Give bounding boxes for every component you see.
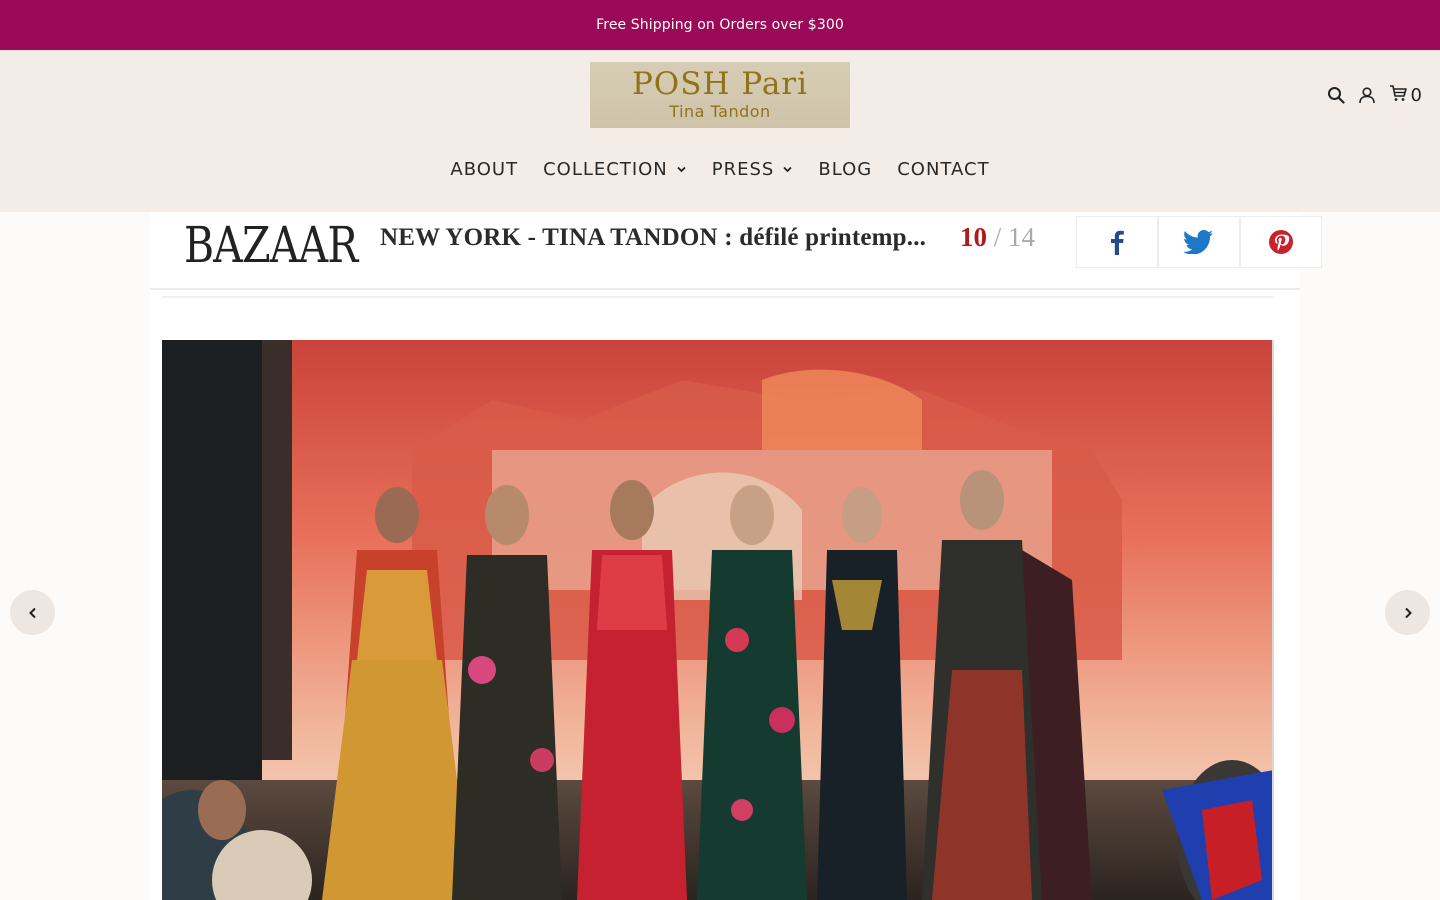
nav-item-press[interactable]: PRESS xyxy=(712,159,794,180)
article-header-bar: BAZAAR NEW YORK - TINA TANDON : défilé p… xyxy=(150,212,1322,290)
chevron-down-icon xyxy=(783,166,792,173)
nav-label: BLOG xyxy=(818,159,873,180)
nav-label: COLLECTION xyxy=(543,159,668,180)
gallery-pager: 10 / 14 xyxy=(960,222,1035,253)
slider-next-button[interactable] xyxy=(1385,590,1430,635)
announcement-text: Free Shipping on Orders over $300 xyxy=(596,17,844,33)
article-headline: NEW YORK - TINA TANDON : défilé printemp… xyxy=(380,224,927,251)
share-buttons xyxy=(1076,216,1322,268)
pinterest-icon[interactable] xyxy=(1240,216,1322,268)
chevron-left-icon xyxy=(28,607,36,618)
slider-prev-button[interactable] xyxy=(10,590,55,635)
pager-separator: / xyxy=(987,222,1009,252)
nav-item-collection[interactable]: COLLECTION xyxy=(543,159,687,180)
divider xyxy=(162,296,1274,298)
nav-item-contact[interactable]: CONTACT xyxy=(897,159,989,180)
facebook-icon[interactable] xyxy=(1076,216,1158,268)
press-article-image: BAZAAR NEW YORK - TINA TANDON : défilé p… xyxy=(150,212,1322,900)
logo-subtitle: Tina Tandon xyxy=(669,102,771,121)
nav-label: CONTACT xyxy=(897,159,990,180)
main-nav: ABOUT COLLECTION PRESS BLOG CONTACT xyxy=(0,159,1440,180)
cart-count: 0 xyxy=(1410,84,1422,106)
nav-label: PRESS xyxy=(711,159,775,180)
publication-logo: BAZAAR xyxy=(184,216,358,274)
user-icon[interactable] xyxy=(1358,86,1376,104)
nav-item-about[interactable]: ABOUT xyxy=(450,159,518,180)
header-icons: 0 xyxy=(1327,84,1422,106)
site-header: POSH Pari Tina Tandon 0 ABOUT COLLECTION… xyxy=(0,50,1440,212)
chevron-down-icon xyxy=(677,166,686,173)
search-icon[interactable] xyxy=(1327,86,1345,104)
nav-label: ABOUT xyxy=(450,159,519,180)
twitter-icon[interactable] xyxy=(1158,216,1240,268)
pager-total: 14 xyxy=(1008,222,1036,252)
chevron-right-icon xyxy=(1404,607,1412,618)
logo-brand: POSH Pari xyxy=(631,66,809,102)
nav-item-blog[interactable]: BLOG xyxy=(818,159,872,180)
cart-button[interactable]: 0 xyxy=(1389,84,1422,106)
runway-photo xyxy=(162,340,1274,900)
pager-current: 10 xyxy=(960,222,987,252)
press-slider: BAZAAR NEW YORK - TINA TANDON : défilé p… xyxy=(0,212,1440,900)
cart-icon xyxy=(1389,84,1407,106)
announcement-bar: Free Shipping on Orders over $300 xyxy=(0,0,1440,50)
site-logo[interactable]: POSH Pari Tina Tandon xyxy=(590,62,850,128)
